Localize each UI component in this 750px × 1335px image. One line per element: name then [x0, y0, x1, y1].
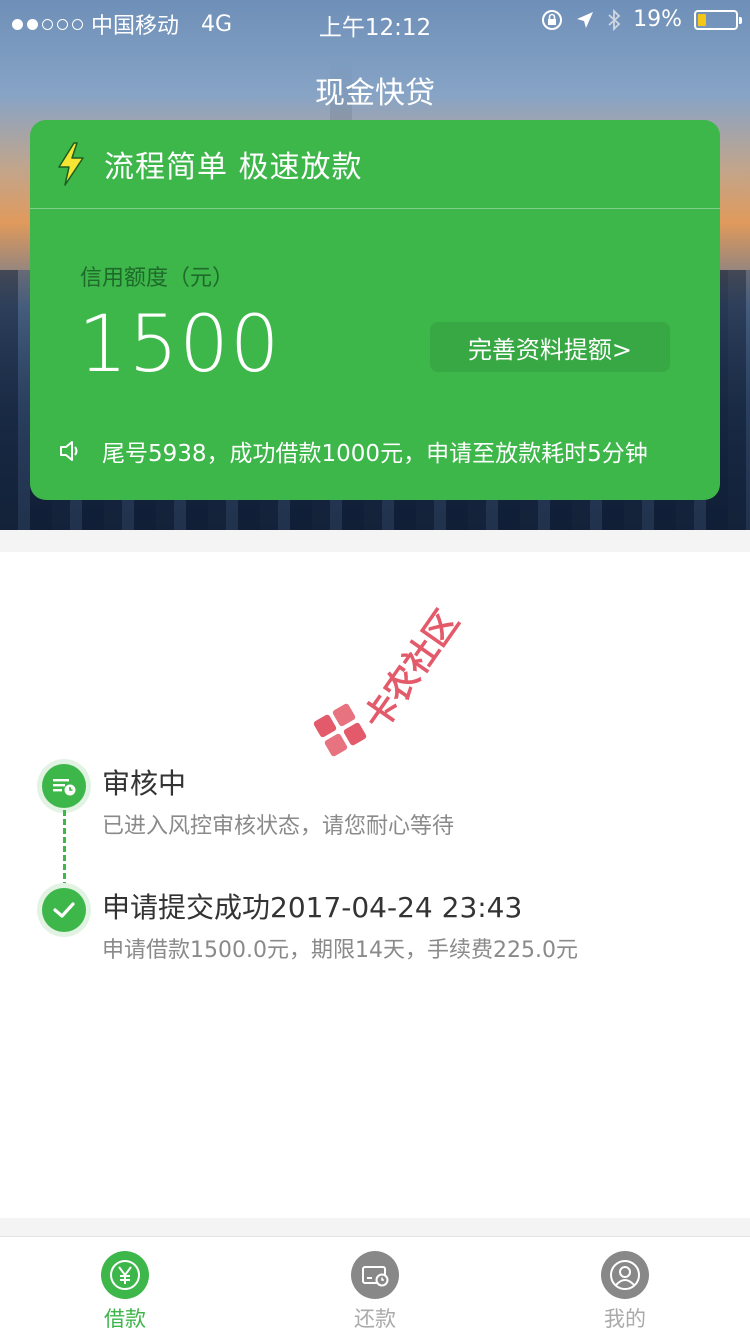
speaker-icon: [60, 441, 78, 461]
tab-borrow[interactable]: 借款: [0, 1237, 250, 1335]
watermark: 卡农社区: [310, 600, 467, 757]
timeline-step-title: 审核中: [102, 767, 187, 800]
tab-repay[interactable]: 还款: [250, 1237, 500, 1335]
card-header: 流程简单 极速放款: [30, 120, 720, 209]
tab-mine-label: 我的: [604, 1307, 646, 1331]
check-icon: [42, 888, 86, 932]
timeline-step-subtitle: 申请借款1500.0元，期限14天，手续费225.0元: [102, 938, 578, 963]
yuan-icon: [101, 1251, 149, 1299]
tab-repay-label: 还款: [354, 1307, 396, 1331]
rotation-lock-icon: [542, 9, 563, 30]
section-divider: [0, 530, 750, 552]
section-divider: [0, 1218, 750, 1236]
user-icon: [601, 1251, 649, 1299]
location-arrow-icon: [577, 11, 594, 28]
status-right: 19%: [541, 7, 742, 32]
tab-mine[interactable]: 我的: [500, 1237, 750, 1335]
credit-limit-label: 信用额度（元）: [80, 266, 235, 291]
loan-notice-text: 尾号5938，成功借款1000元，申请至放款耗时5分钟: [102, 441, 648, 467]
status-bar: 中国移动 4G 上午12:12 19%: [0, 0, 750, 41]
card-clock-icon: [351, 1251, 399, 1299]
loan-notice: 尾号5938，成功借款1000元，申请至放款耗时5分钟: [58, 434, 648, 468]
card-slogan: 流程简单 极速放款: [104, 150, 363, 185]
timeline-connector: [63, 810, 66, 888]
timeline-step-subtitle: 已进入风控审核状态，请您耐心等待: [102, 814, 455, 839]
credit-card-panel: 流程简单 极速放款 信用额度（元） 1500 完善资料提额> 尾号5938，成功…: [30, 120, 720, 500]
page-title: 现金快贷: [315, 76, 435, 111]
battery-percent: 19%: [633, 7, 682, 32]
bluetooth-icon: [608, 8, 621, 31]
watermark-text: 卡农社区: [356, 603, 468, 738]
credit-limit-amount: 1500: [78, 300, 281, 390]
raise-limit-button[interactable]: 完善资料提额>: [430, 322, 670, 372]
battery-icon: [694, 9, 742, 30]
document-clock-icon: [42, 764, 86, 808]
tab-borrow-label: 借款: [104, 1307, 146, 1331]
lightning-icon: [58, 142, 84, 186]
tab-bar: 借款 还款 我的: [0, 1236, 750, 1335]
timeline-step-title: 申请提交成功2017-04-24 23:43: [102, 891, 523, 924]
